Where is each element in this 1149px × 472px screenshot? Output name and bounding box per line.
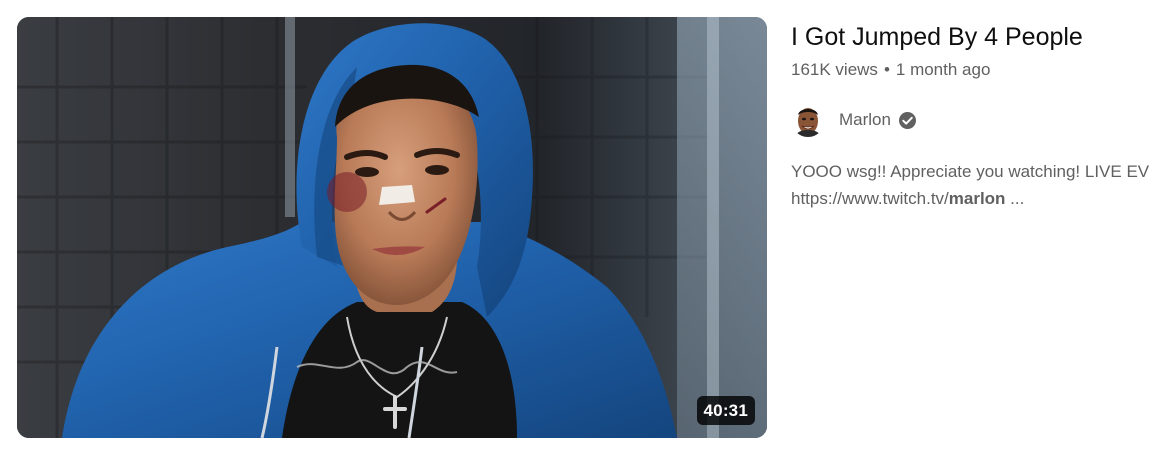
channel-name[interactable]: Marlon	[839, 108, 891, 132]
channel-info[interactable]: Marlon	[791, 102, 1149, 138]
view-count: 161K views	[791, 60, 878, 79]
description-ellipsis: ...	[1005, 189, 1025, 208]
description-line-2: https://www.twitch.tv/marlon ...	[791, 185, 1149, 212]
channel-avatar[interactable]	[791, 103, 825, 137]
video-metadata: I Got Jumped By 4 People 161K views • 1 mo…	[791, 20, 1149, 460]
video-title[interactable]: I Got Jumped By 4 People	[791, 20, 1149, 54]
description-highlight: marlon	[948, 189, 1006, 208]
verified-check-icon	[898, 111, 917, 130]
description-line-1: YOOO wsg!! Appreciate you watching! LIVE…	[791, 162, 1149, 181]
duration-badge: 40:31	[696, 396, 755, 425]
hooded-person-thumbnail-image	[17, 17, 767, 438]
upload-age: 1 month ago	[895, 60, 991, 79]
video-description-snippet: YOOO wsg!! Appreciate you watching! LIVE…	[791, 158, 1149, 212]
video-stats: 161K views • 1 month ago	[791, 58, 1149, 82]
video-thumbnail[interactable]: 40:31	[17, 17, 767, 438]
stats-separator: •	[883, 60, 890, 79]
video-result-row[interactable]: 40:31 I Got Jumped By 4 People 161K view…	[0, 0, 1149, 472]
description-link-prefix: https://www.twitch.tv/	[791, 189, 949, 208]
